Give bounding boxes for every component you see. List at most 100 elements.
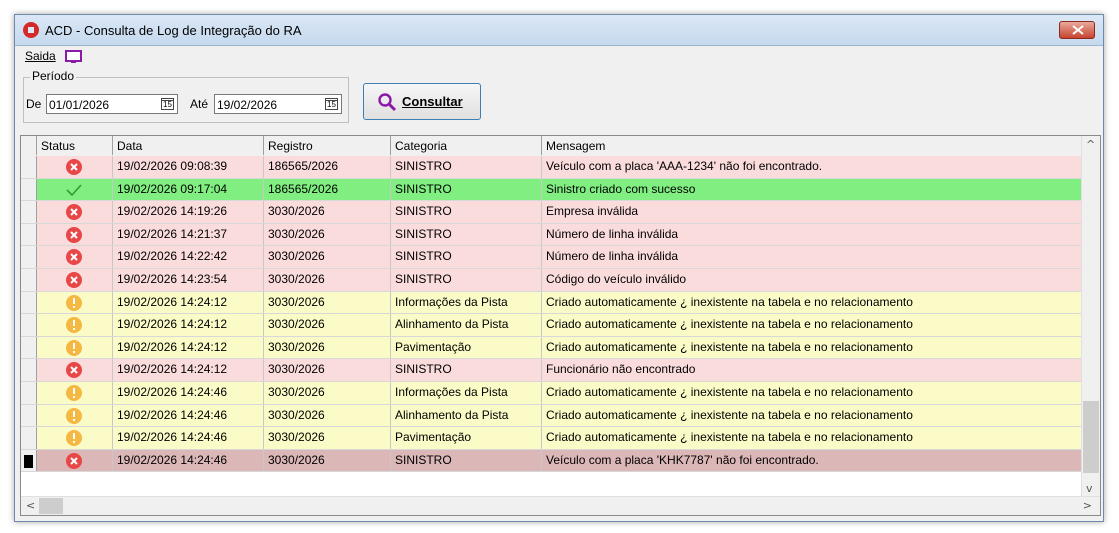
- mensagem-cell: Criado automaticamente ¿ inexistente na …: [546, 407, 913, 422]
- mensagem-cell: Criado automaticamente ¿ inexistente na …: [546, 384, 913, 399]
- calendar-icon[interactable]: 15: [325, 98, 338, 110]
- header-indicator: [21, 136, 37, 155]
- table-row[interactable]: 19/02/2026 14:24:46 3030/2026 Alinhamento …: [21, 404, 1082, 428]
- table-row[interactable]: 19/02/2026 14:24:46 3030/2026 Pavimentação…: [21, 427, 1082, 450]
- scroll-left-icon[interactable]: <: [26, 499, 35, 512]
- row-indicator[interactable]: [21, 427, 37, 449]
- mensagem-cell: Código do veículo inválido: [546, 271, 687, 286]
- registro-cell: 3030/2026: [264, 404, 391, 427]
- table-row[interactable]: 19/02/2026 14:22:42 3030/2026 SINISTRO Núme…: [21, 246, 1082, 269]
- data-cell: 19/02/2026 14:24:46: [113, 427, 264, 449]
- table-row[interactable]: 19/02/2026 14:24:12 3030/2026 Pavimentação…: [21, 336, 1082, 360]
- categoria-cell: Alinhamento da Pista: [391, 404, 542, 427]
- log-grid[interactable]: Status Data Registro Categoria Mensagem …: [20, 135, 1101, 516]
- consultar-button[interactable]: Consultar: [363, 83, 481, 120]
- row-indicator[interactable]: [21, 449, 37, 472]
- scroll-down-icon[interactable]: v: [1086, 482, 1093, 495]
- column-status[interactable]: Status: [37, 136, 113, 155]
- title-bar[interactable]: ACD - Consulta de Log de Integração do R…: [15, 15, 1103, 46]
- row-indicator[interactable]: [21, 381, 37, 404]
- vertical-scrollbar[interactable]: ^ v: [1081, 136, 1100, 497]
- column-categoria[interactable]: Categoria: [391, 136, 542, 155]
- calendar-icon[interactable]: 15: [161, 98, 174, 110]
- date-to-input[interactable]: 19/02/2026 15: [214, 94, 342, 114]
- warning-icon: [66, 430, 82, 447]
- row-indicator[interactable]: [21, 336, 37, 359]
- window-title: ACD - Consulta de Log de Integração do R…: [45, 23, 302, 38]
- data-cell: 19/02/2026 09:17:04: [113, 178, 264, 201]
- row-indicator[interactable]: [21, 291, 37, 314]
- categoria-cell: SINISTRO: [391, 359, 542, 381]
- mensagem-cell: Sinistro criado com sucesso: [546, 181, 696, 196]
- registro-cell: 3030/2026: [264, 336, 391, 359]
- categoria-cell: SINISTRO: [391, 156, 542, 178]
- row-indicator[interactable]: [21, 314, 37, 336]
- scroll-up-icon[interactable]: ^: [1086, 138, 1095, 151]
- table-row[interactable]: 19/02/2026 14:24:12 3030/2026 Alinhamento …: [21, 314, 1082, 337]
- categoria-cell: SINISTRO: [391, 449, 542, 472]
- scroll-right-icon[interactable]: >: [1083, 499, 1092, 512]
- error-icon: [66, 204, 82, 221]
- close-icon: [1072, 25, 1084, 35]
- horizontal-scrollbar[interactable]: < >: [21, 496, 1100, 515]
- warning-icon: [66, 339, 82, 356]
- column-registro[interactable]: Registro: [264, 136, 391, 155]
- registro-cell: 186565/2026: [264, 156, 391, 178]
- grid-rows: 19/02/2026 09:08:39 186565/2026 SINISTRO Ve…: [21, 156, 1082, 473]
- date-from-input[interactable]: 01/01/2026 15: [46, 94, 178, 114]
- consultar-label: Consultar: [402, 94, 463, 109]
- data-cell: 19/02/2026 14:24:12: [113, 359, 264, 381]
- column-data[interactable]: Data: [113, 136, 264, 155]
- table-row[interactable]: 19/02/2026 14:24:12 3030/2026 Informações …: [21, 291, 1082, 315]
- registro-cell: 3030/2026: [264, 449, 391, 472]
- close-button[interactable]: [1059, 21, 1095, 39]
- row-indicator[interactable]: [21, 178, 37, 201]
- status-cell: [37, 201, 113, 223]
- error-icon: [66, 159, 82, 175]
- row-indicator[interactable]: [21, 359, 37, 381]
- data-cell: 19/02/2026 14:23:54: [113, 268, 264, 291]
- column-mensagem[interactable]: Mensagem: [542, 136, 1082, 155]
- table-row[interactable]: 19/02/2026 14:19:26 3030/2026 SINISTRO Empr…: [21, 201, 1082, 224]
- table-row[interactable]: 19/02/2026 09:17:04 186565/2026 SINISTRO Si…: [21, 178, 1082, 202]
- status-cell: [37, 223, 113, 246]
- error-icon: [66, 249, 82, 266]
- warning-icon: [66, 384, 82, 401]
- table-row[interactable]: 19/02/2026 14:24:12 3030/2026 SINISTRO Func…: [21, 359, 1082, 382]
- row-indicator[interactable]: [21, 201, 37, 223]
- categoria-cell: Informações da Pista: [391, 291, 542, 314]
- mensagem-cell: Empresa inválida: [546, 204, 639, 219]
- row-indicator[interactable]: [21, 268, 37, 291]
- row-indicator[interactable]: [21, 156, 37, 178]
- ate-label: Até: [190, 97, 209, 111]
- status-cell: [37, 449, 113, 472]
- table-row[interactable]: 19/02/2026 09:08:39 186565/2026 SINISTRO Ve…: [21, 156, 1082, 179]
- success-check-icon: [66, 184, 82, 196]
- table-row[interactable]: 19/02/2026 14:24:46 3030/2026 Informações …: [21, 381, 1082, 405]
- error-icon: [66, 226, 82, 243]
- table-row[interactable]: 19/02/2026 14:21:37 3030/2026 SINISTRO Núme…: [21, 223, 1082, 247]
- de-label: De: [26, 97, 42, 111]
- status-cell: [37, 178, 113, 201]
- horizontal-scroll-thumb[interactable]: [39, 498, 63, 514]
- status-cell: [37, 156, 113, 178]
- data-cell: 19/02/2026 14:19:26: [113, 201, 264, 223]
- mensagem-cell: Veículo com a placa 'AAA-1234' não foi e…: [546, 159, 823, 173]
- categoria-cell: Pavimentação: [391, 427, 542, 449]
- app-logo-icon: [23, 22, 39, 38]
- exit-monitor-icon[interactable]: [65, 50, 83, 64]
- categoria-cell: Informações da Pista: [391, 381, 542, 404]
- mensagem-cell: Número de linha inválida: [546, 226, 679, 241]
- row-indicator[interactable]: [21, 246, 37, 268]
- row-indicator[interactable]: [21, 223, 37, 246]
- data-cell: 19/02/2026 14:24:46: [113, 404, 264, 427]
- vertical-scroll-thumb[interactable]: [1083, 401, 1099, 473]
- row-indicator[interactable]: [21, 404, 37, 427]
- menu-saida[interactable]: Saida: [25, 49, 56, 63]
- mensagem-cell: Veículo com a placa 'KHK7787' não foi en…: [546, 452, 819, 467]
- data-cell: 19/02/2026 14:24:46: [113, 449, 264, 472]
- categoria-cell: SINISTRO: [391, 268, 542, 291]
- table-row[interactable]: 19/02/2026 14:23:54 3030/2026 SINISTRO Códi…: [21, 268, 1082, 292]
- table-row[interactable]: 19/02/2026 14:24:46 3030/2026 SINISTRO Veíc…: [21, 449, 1082, 473]
- categoria-cell: SINISTRO: [391, 178, 542, 201]
